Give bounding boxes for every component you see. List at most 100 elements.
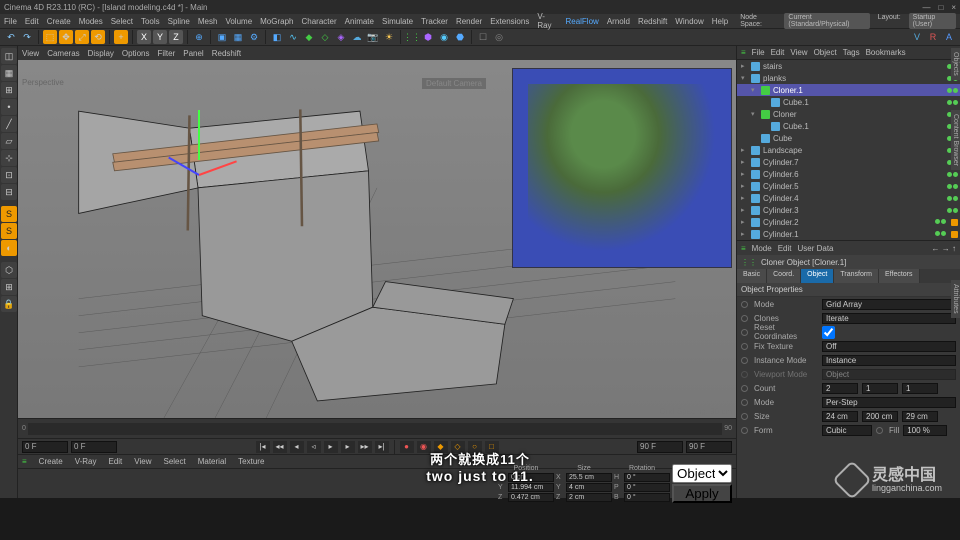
- menu-select[interactable]: Select: [111, 17, 133, 26]
- axis-x-icon[interactable]: X: [137, 30, 151, 44]
- count-z-field[interactable]: 1: [902, 383, 938, 394]
- size-x-field[interactable]: 24 cm: [822, 411, 858, 422]
- model-mode-icon[interactable]: ◫: [1, 48, 17, 64]
- tab-effectors[interactable]: Effectors: [879, 269, 920, 283]
- viewport-3d[interactable]: Perspective Default Camera: [18, 60, 736, 418]
- cur-frame-field[interactable]: [71, 441, 117, 453]
- coord-sys-icon[interactable]: ⊕: [192, 30, 206, 44]
- step-mode-select[interactable]: Per-Step: [822, 397, 956, 408]
- vpmenu-options[interactable]: Options: [122, 49, 150, 58]
- mat-edit[interactable]: Edit: [108, 457, 122, 466]
- objects-tab[interactable]: Objects: [951, 48, 960, 80]
- mat-material[interactable]: Material: [198, 457, 226, 466]
- mat-texture[interactable]: Texture: [238, 457, 264, 466]
- reset-checkbox[interactable]: [822, 326, 835, 339]
- prev-key-icon[interactable]: ◂◂: [273, 441, 287, 453]
- misc-icon[interactable]: ◎: [492, 30, 506, 44]
- undo-icon[interactable]: ↶: [4, 30, 18, 44]
- mat-vray[interactable]: V-Ray: [75, 457, 97, 466]
- fill-field[interactable]: 100 %: [903, 425, 947, 436]
- tree-row[interactable]: Cube.1: [737, 120, 960, 132]
- menu-arnold[interactable]: Arnold: [607, 17, 630, 26]
- vpmenu-filter[interactable]: Filter: [157, 49, 175, 58]
- menu-animate[interactable]: Animate: [345, 17, 374, 26]
- select-tool-icon[interactable]: ⬚: [43, 30, 57, 44]
- gizmo-y-axis[interactable]: [198, 110, 200, 160]
- menu-spline[interactable]: Spline: [168, 17, 190, 26]
- tab-basic[interactable]: Basic: [737, 269, 767, 283]
- axis-y-icon[interactable]: Y: [153, 30, 167, 44]
- pos-y-field[interactable]: [508, 483, 554, 492]
- tree-row[interactable]: ▾planks: [737, 72, 960, 84]
- rotate-tool-icon[interactable]: ⟲: [91, 30, 105, 44]
- menu-extensions[interactable]: Extensions: [490, 17, 529, 26]
- field-icon[interactable]: ◉: [437, 30, 451, 44]
- locked-icon[interactable]: 🔒: [1, 296, 17, 312]
- menu-mograph[interactable]: MoGraph: [260, 17, 293, 26]
- clones-select[interactable]: Iterate: [822, 313, 956, 324]
- tab-transform[interactable]: Transform: [834, 269, 879, 283]
- tweak-icon[interactable]: ◐: [1, 240, 17, 256]
- goto-start-icon[interactable]: |◂: [256, 441, 270, 453]
- menu-render[interactable]: Render: [456, 17, 482, 26]
- generator2-icon[interactable]: ◇: [318, 30, 332, 44]
- tree-row[interactable]: ▸Cylinder.6: [737, 168, 960, 180]
- reference-image[interactable]: [512, 68, 732, 268]
- render-view-icon[interactable]: ▣: [215, 30, 229, 44]
- menu-simulate[interactable]: Simulate: [382, 17, 413, 26]
- menu-tracker[interactable]: Tracker: [421, 17, 448, 26]
- mat-view[interactable]: View: [134, 457, 151, 466]
- vpmenu-redshift[interactable]: Redshift: [212, 49, 241, 58]
- prev-frame-icon[interactable]: ◂: [290, 441, 304, 453]
- vpmenu-panel[interactable]: Panel: [183, 49, 203, 58]
- axis-mode-icon[interactable]: ⊹: [1, 150, 17, 166]
- objmenu-object[interactable]: Object: [814, 48, 837, 57]
- edge-mode-icon[interactable]: ╱: [1, 116, 17, 132]
- workplane2-icon[interactable]: ⊟: [1, 184, 17, 200]
- next-frame-icon[interactable]: ▸: [341, 441, 355, 453]
- menu-window[interactable]: Window: [675, 17, 703, 26]
- tree-row[interactable]: ▸Cylinder.5: [737, 180, 960, 192]
- last-tool-icon[interactable]: +: [114, 30, 128, 44]
- menu-redshift[interactable]: Redshift: [638, 17, 667, 26]
- count-x-field[interactable]: 2: [822, 383, 858, 394]
- deformer-icon[interactable]: ◈: [334, 30, 348, 44]
- mat-create[interactable]: Create: [39, 457, 63, 466]
- instance-select[interactable]: Instance: [822, 355, 956, 366]
- tree-row[interactable]: ▸Cylinder.4: [737, 192, 960, 204]
- menu-edit[interactable]: Edit: [25, 17, 39, 26]
- menu-file[interactable]: File: [4, 17, 17, 26]
- light-icon[interactable]: ☀: [382, 30, 396, 44]
- vpmenu-display[interactable]: Display: [88, 49, 114, 58]
- tree-row[interactable]: ▸Cylinder.7: [737, 156, 960, 168]
- menu-tools[interactable]: Tools: [141, 17, 160, 26]
- tree-row[interactable]: ▾Cloner: [737, 108, 960, 120]
- render-pv-icon[interactable]: ▦: [231, 30, 245, 44]
- content-browser-tab[interactable]: Content Browser: [951, 110, 960, 170]
- form-select[interactable]: Cubic: [822, 425, 872, 436]
- mograph-icon[interactable]: ⋮⋮: [405, 30, 419, 44]
- size-y-field[interactable]: [566, 483, 612, 492]
- play-back-icon[interactable]: ◃: [307, 441, 321, 453]
- end-frame-field[interactable]: [637, 441, 683, 453]
- mat-select[interactable]: Select: [163, 457, 185, 466]
- snap-toggle-icon[interactable]: ⬡: [1, 262, 17, 278]
- tree-row[interactable]: ▸stairs: [737, 60, 960, 72]
- soft-select-icon[interactable]: S: [1, 206, 17, 222]
- size-y-field[interactable]: 200 cm: [862, 411, 898, 422]
- vray-icon[interactable]: V: [910, 30, 924, 44]
- render-settings-icon[interactable]: ⚙: [247, 30, 261, 44]
- menu-volume[interactable]: Volume: [225, 17, 252, 26]
- point-mode-icon[interactable]: •: [1, 99, 17, 115]
- end-frame-field2[interactable]: [686, 441, 732, 453]
- snap-icon[interactable]: ⊡: [1, 167, 17, 183]
- next-key-icon[interactable]: ▸▸: [358, 441, 372, 453]
- tag-icon[interactable]: ⬣: [453, 30, 467, 44]
- rot-h-field[interactable]: [624, 473, 670, 482]
- object-tree[interactable]: ▸stairs▾planks▾Cloner.1Cube.1▾ClonerCube…: [737, 60, 960, 240]
- move-tool-icon[interactable]: ✥: [59, 30, 73, 44]
- menu-character[interactable]: Character: [302, 17, 337, 26]
- size-z-field[interactable]: 29 cm: [902, 411, 938, 422]
- camera-icon[interactable]: 📷: [366, 30, 380, 44]
- tab-object[interactable]: Object: [801, 269, 834, 283]
